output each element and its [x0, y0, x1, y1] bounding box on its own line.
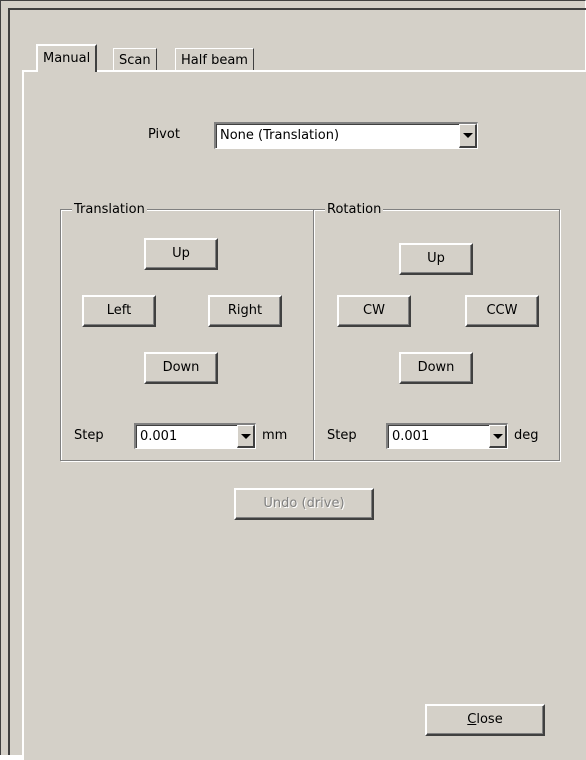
undo-drive-label: Undo (drive)	[263, 496, 345, 511]
rotation-ccw-button[interactable]: CCW	[465, 295, 539, 327]
rotation-up-label: Up	[427, 251, 445, 266]
chevron-down-icon[interactable]	[489, 425, 507, 448]
rotation-step-value: 0.001	[392, 429, 430, 444]
tab-scan-label: Scan	[119, 53, 151, 68]
rotation-cw-label: CW	[363, 303, 385, 318]
translation-right-button[interactable]: Right	[208, 295, 282, 327]
rotation-down-button[interactable]: Down	[399, 352, 473, 384]
rotation-step-label: Step	[327, 428, 357, 443]
close-button[interactable]: Close	[425, 704, 545, 736]
close-label: Close	[467, 712, 503, 727]
pivot-select-value: None (Translation)	[220, 128, 340, 143]
tab-half-beam-label: Half beam	[181, 53, 248, 68]
undo-drive-button[interactable]: Undo (drive)	[234, 488, 374, 520]
chevron-down-icon[interactable]	[459, 124, 477, 148]
tab-scan[interactable]: Scan	[113, 48, 157, 72]
translation-step-label: Step	[74, 428, 104, 443]
rotation-down-label: Down	[417, 360, 455, 375]
tab-panel-manual: Pivot None (Translation) Translation Up …	[22, 70, 586, 760]
rotation-step-select[interactable]: 0.001	[386, 423, 508, 449]
translation-down-button[interactable]: Down	[144, 352, 218, 384]
tab-half-beam[interactable]: Half beam	[175, 48, 254, 72]
translation-group-title: Translation	[72, 202, 147, 218]
chevron-down-icon[interactable]	[237, 425, 255, 448]
translation-up-label: Up	[172, 246, 190, 261]
tab-manual[interactable]: Manual	[36, 44, 98, 72]
translation-right-label: Right	[227, 303, 263, 318]
tab-manual-label: Manual	[43, 51, 91, 66]
rotation-cw-button[interactable]: CW	[337, 295, 411, 327]
translation-left-label: Left	[106, 303, 132, 318]
translation-down-label: Down	[162, 360, 200, 375]
rotation-up-button[interactable]: Up	[399, 243, 473, 275]
pivot-label: Pivot	[148, 127, 180, 142]
rotation-ccw-label: CCW	[486, 303, 518, 318]
translation-step-select[interactable]: 0.001	[134, 423, 256, 449]
translation-left-button[interactable]: Left	[82, 295, 156, 327]
translation-step-value: 0.001	[140, 429, 178, 444]
translation-unit-label: mm	[262, 428, 288, 443]
rotation-group-title: Rotation	[325, 202, 384, 218]
rotation-unit-label: deg	[514, 428, 539, 443]
translation-up-button[interactable]: Up	[144, 238, 218, 270]
pivot-select[interactable]: None (Translation)	[214, 122, 478, 149]
